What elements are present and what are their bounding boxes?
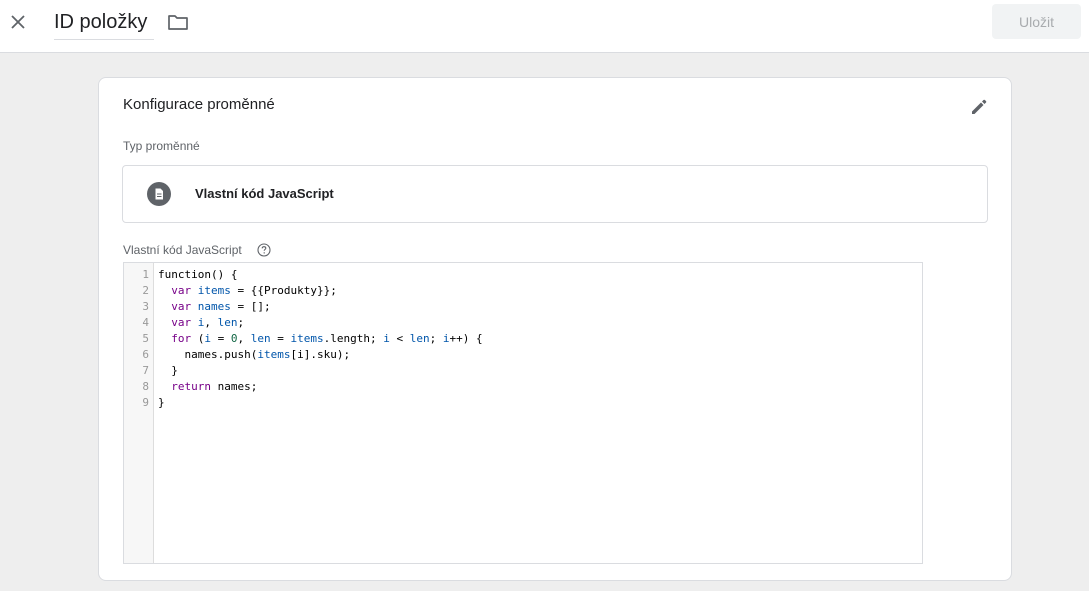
line-number: 3 [142, 300, 149, 313]
line-number: 9 [142, 396, 149, 409]
folder-icon[interactable] [166, 10, 190, 34]
line-number: 8 [142, 380, 149, 393]
card-title: Konfigurace proměnné [123, 96, 275, 113]
variable-config-card: Konfigurace proměnné Typ proměnné Vlastn… [98, 77, 1012, 581]
line-number: 2 [142, 284, 149, 297]
line-number-gutter: 1 2 3 4 5 6 7 8 9 [124, 263, 154, 563]
line-number: 1 [142, 268, 149, 281]
variable-type-selector[interactable]: Vlastní kód JavaScript [122, 165, 988, 223]
line-number: 6 [142, 348, 149, 361]
custom-code-label: Vlastní kód JavaScript [123, 243, 242, 257]
code-line: function() { [158, 268, 238, 281]
pencil-icon[interactable] [967, 95, 991, 119]
code-line: var items = {{Produkty}}; [171, 284, 337, 297]
code-content[interactable]: function() { var items = {{Produkty}}; v… [158, 263, 922, 563]
top-bar: ID položky Uložit [0, 0, 1089, 53]
line-number: 5 [142, 332, 149, 345]
code-line: return names; [171, 380, 258, 393]
code-editor[interactable]: 1 2 3 4 5 6 7 8 9 function() { var items… [123, 262, 923, 564]
page-title[interactable]: ID položky [54, 11, 147, 33]
code-line: for (i = 0, len = items.length; i < len;… [171, 332, 483, 345]
code-line: } [158, 364, 178, 377]
line-number: 7 [142, 364, 149, 377]
variable-type-label: Typ proměnné [123, 139, 200, 153]
variable-type-name: Vlastní kód JavaScript [195, 186, 334, 201]
save-button[interactable]: Uložit [992, 4, 1081, 39]
code-line: var names = []; [171, 300, 271, 313]
code-line: var i, len; [171, 316, 245, 329]
line-number: 4 [142, 316, 149, 329]
title-field[interactable]: ID položky [54, 9, 154, 40]
document-icon [147, 182, 171, 206]
help-icon[interactable] [257, 243, 271, 257]
code-line: } [158, 396, 165, 409]
code-line: names.push(items[i].sku); [158, 348, 351, 361]
close-icon[interactable] [6, 8, 30, 36]
